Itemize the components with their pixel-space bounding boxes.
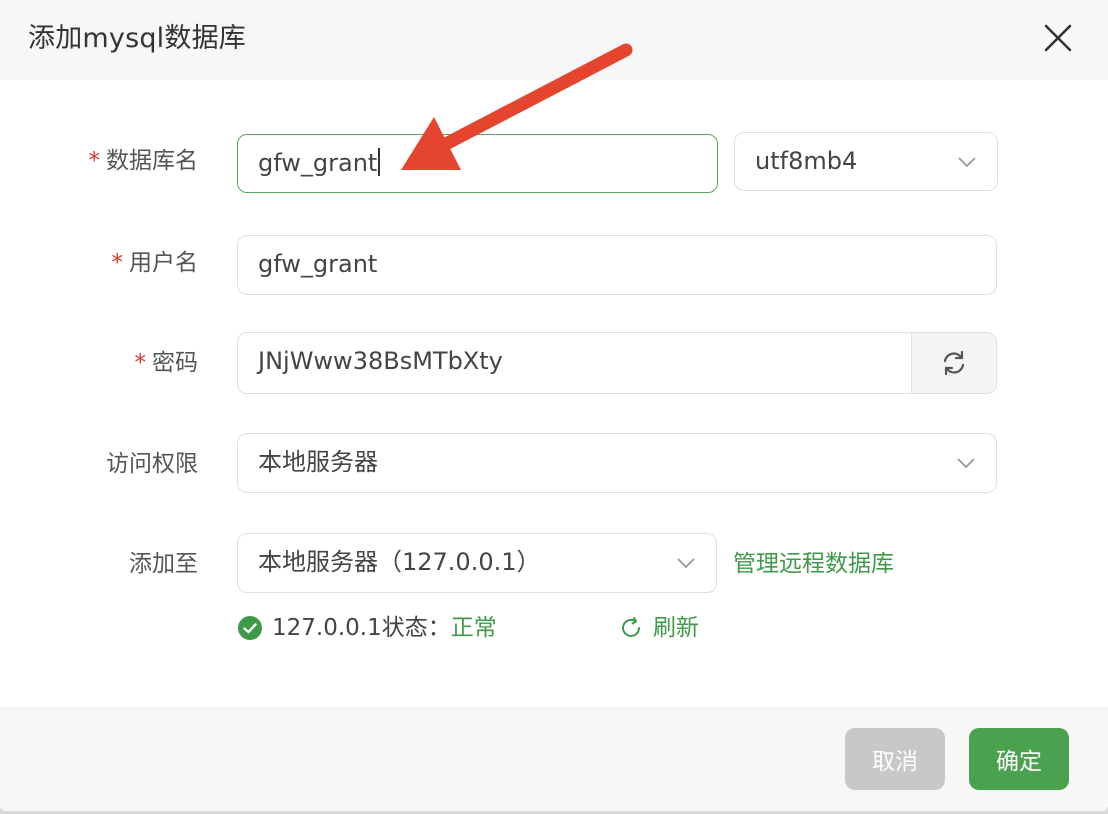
password-label-text: 密码 — [152, 350, 198, 376]
confirm-button[interactable]: 确定 — [969, 728, 1069, 790]
chevron-down-icon — [957, 133, 977, 190]
annotation-arrow — [401, 43, 633, 170]
add-to-label: 添加至 — [129, 551, 198, 577]
chevron-down-icon — [956, 434, 976, 492]
server-status: 127.0.0.1状态： 正常 — [238, 612, 497, 644]
password-value: JNjWww38BsMTbXty — [258, 347, 503, 375]
charset-select[interactable]: utf8mb4 — [734, 132, 998, 191]
check-circle-icon — [238, 616, 262, 640]
access-select[interactable]: 本地服务器 — [237, 433, 997, 493]
password-input[interactable]: JNjWww38BsMTbXty — [237, 332, 997, 394]
username-label-text: 用户名 — [129, 250, 198, 276]
charset-value: utf8mb4 — [755, 147, 858, 175]
access-label: 访问权限 — [106, 451, 198, 477]
refresh-label: 刷新 — [653, 615, 699, 641]
add-mysql-database-dialog: 添加mysql数据库 * 数据库名 gfw_grant utf8mb4 * 用户名 … — [0, 0, 1108, 811]
refresh-icon — [622, 617, 640, 637]
refresh-status-button[interactable]: 刷新 — [619, 612, 699, 644]
db-name-label-text: 数据库名 — [106, 148, 198, 174]
dialog-header: 添加mysql数据库 — [0, 0, 1108, 80]
refresh-icon — [943, 350, 965, 376]
add-to-value: 本地服务器（127.0.0.1） — [258, 548, 541, 576]
status-prefix: 127.0.0.1状态： — [272, 615, 451, 641]
db-name-label: * 数据库名 — [28, 146, 199, 176]
add-to-select[interactable]: 本地服务器（127.0.0.1） — [237, 533, 717, 593]
username-input[interactable]: gfw_grant — [237, 235, 997, 295]
dialog-title: 添加mysql数据库 — [28, 23, 246, 54]
username-label: * 用户名 — [28, 248, 199, 278]
regenerate-password-button[interactable] — [911, 333, 996, 393]
cancel-button[interactable]: 取消 — [845, 728, 945, 790]
required-mark: * — [88, 148, 101, 174]
username-value: gfw_grant — [258, 250, 378, 278]
db-name-input[interactable]: gfw_grant — [237, 134, 718, 193]
close-icon[interactable] — [1040, 20, 1076, 56]
db-name-value: gfw_grant — [258, 149, 378, 177]
required-mark: * — [111, 250, 124, 276]
status-value: 正常 — [450, 615, 497, 641]
access-value: 本地服务器 — [258, 448, 378, 476]
password-label: * 密码 — [28, 348, 199, 378]
chevron-down-icon — [676, 534, 696, 592]
manage-remote-db-link[interactable]: 管理远程数据库 — [733, 549, 894, 579]
text-caret — [378, 148, 381, 176]
required-mark: * — [134, 350, 147, 376]
